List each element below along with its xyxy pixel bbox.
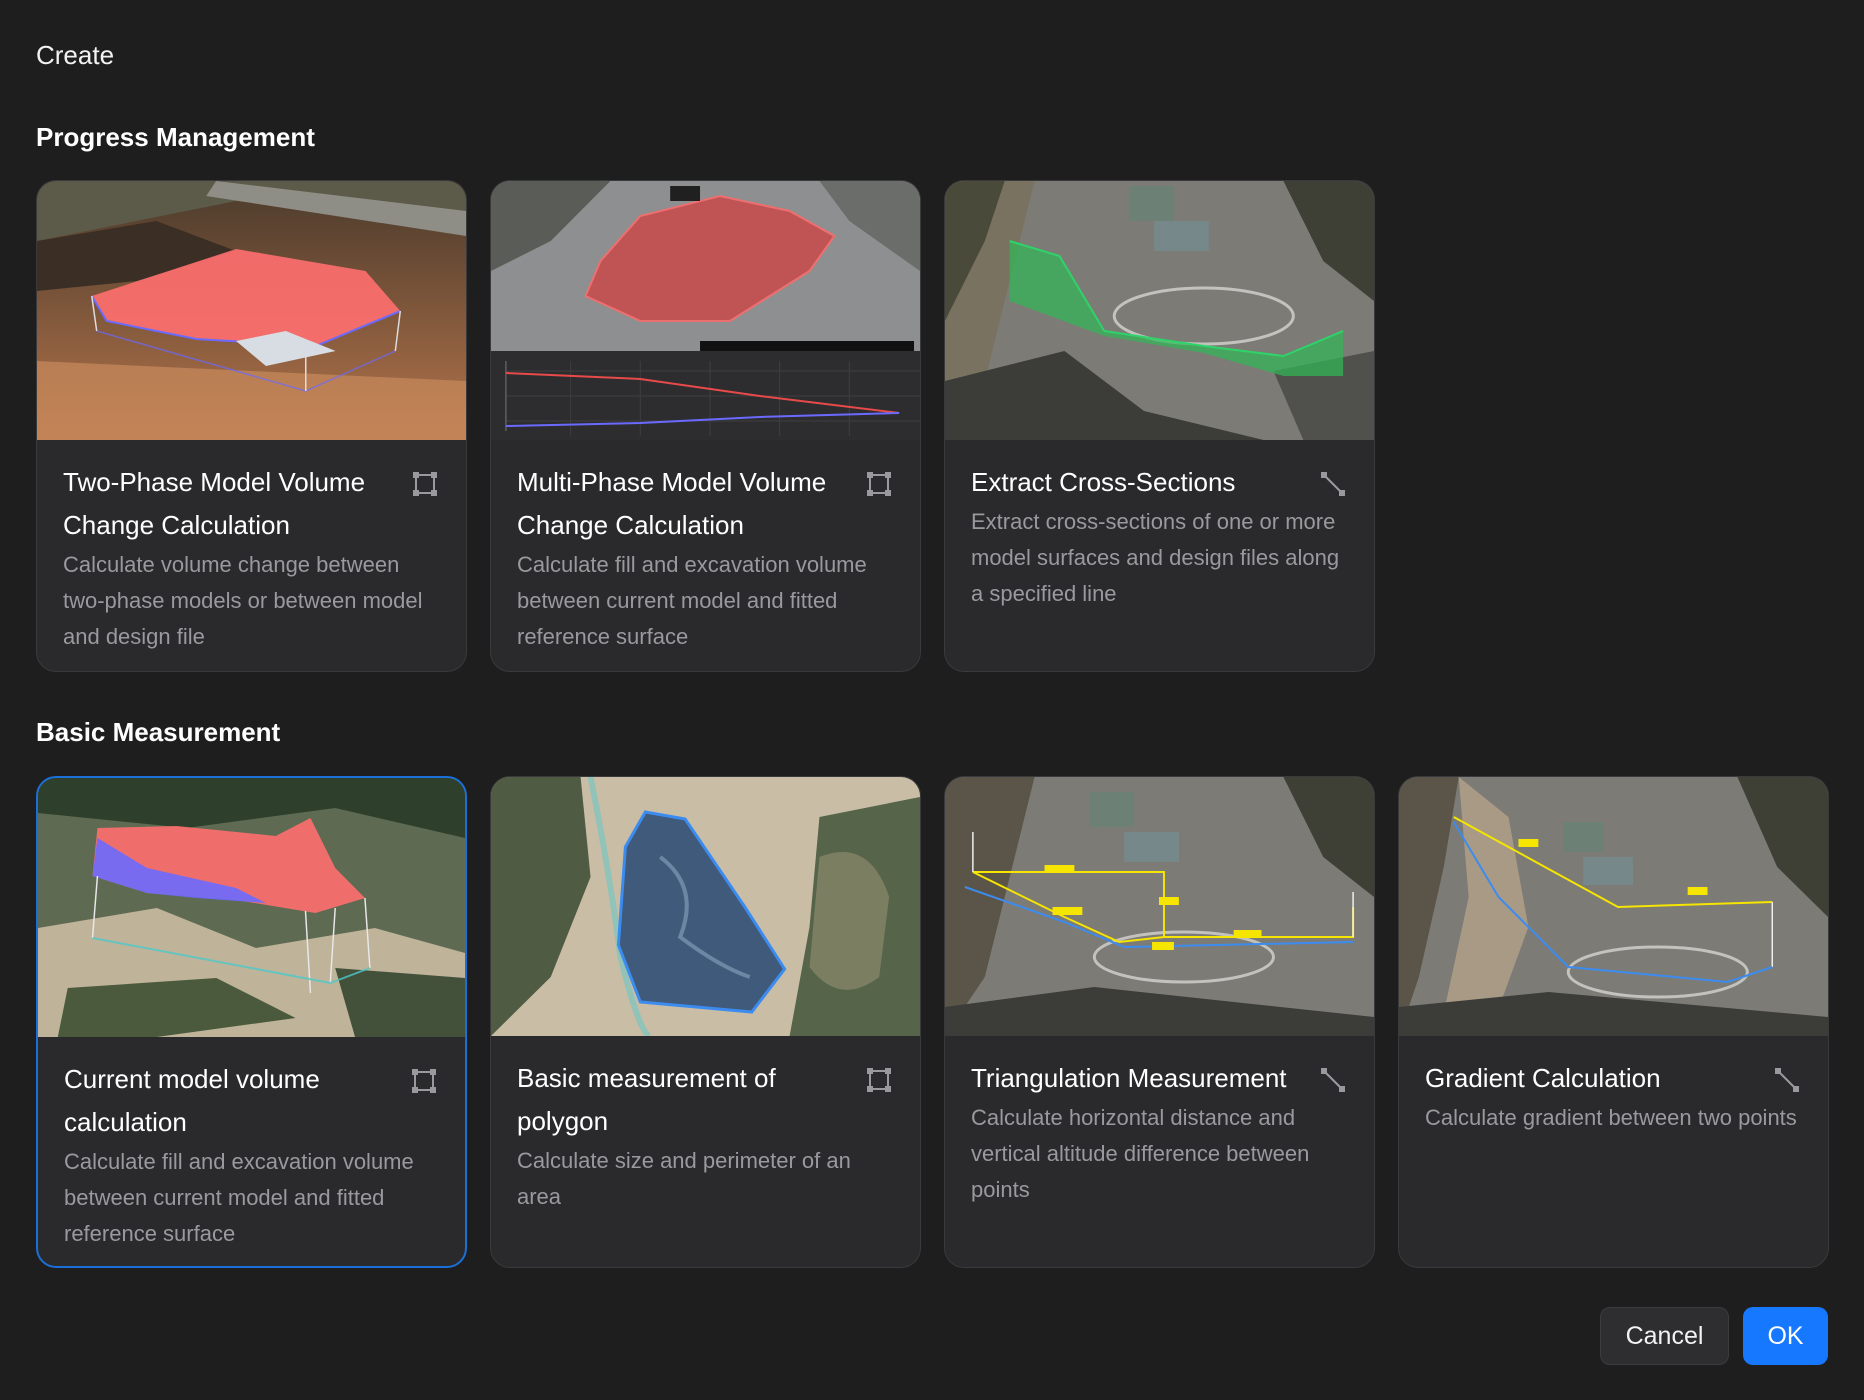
card-title: Basic measurement of polygon <box>517 1063 776 1136</box>
card-title: Multi-Phase Model Volume Change Calculat… <box>517 467 827 540</box>
basic-measurement-grid: Current model volume calculation Calcula… <box>36 776 1829 1268</box>
card-multi-phase-volume[interactable]: Multi-Phase Model Volume Change Calculat… <box>490 180 921 672</box>
card-triangulation-measurement[interactable]: Triangulation Measurement Calculate hori… <box>944 776 1375 1268</box>
card-description: Calculate gradient between two points <box>1425 1105 1797 1130</box>
multi-phase-volume-thumbnail <box>491 181 920 440</box>
extract-cross-sections-thumbnail <box>945 181 1374 440</box>
ok-button[interactable]: OK <box>1743 1307 1828 1365</box>
card-title: Triangulation Measurement <box>971 1063 1287 1093</box>
section-title-progress-management: Progress Management <box>36 122 315 152</box>
card-description: Calculate volume change between two-phas… <box>63 552 423 649</box>
dialog-title: Create <box>36 40 115 70</box>
card-title: Two-Phase Model Volume Change Calculatio… <box>63 467 366 540</box>
progress-management-grid: Two-Phase Model Volume Change Calculatio… <box>36 180 1375 672</box>
two-phase-volume-thumbnail <box>37 181 466 440</box>
card-description: Calculate horizontal distance and vertic… <box>971 1105 1310 1202</box>
card-description: Calculate fill and excavation volume bet… <box>64 1149 414 1246</box>
triangulation-measurement-thumbnail <box>945 777 1374 1036</box>
gradient-calculation-thumbnail <box>1399 777 1828 1036</box>
card-polygon-measurement[interactable]: Basic measurement of polygon Calculate s… <box>490 776 921 1268</box>
card-current-model-volume[interactable]: Current model volume calculation Calcula… <box>36 776 467 1268</box>
card-title: Extract Cross-Sections <box>971 467 1236 497</box>
card-description: Extract cross-sections of one or more mo… <box>971 509 1340 606</box>
current-model-volume-thumbnail <box>38 778 465 1037</box>
create-dialog: Create Progress Management Two-Phase Mod… <box>0 0 1864 1400</box>
card-gradient-calculation[interactable]: Gradient Calculation Calculate gradient … <box>1398 776 1829 1268</box>
section-title-basic-measurement: Basic Measurement <box>36 717 281 747</box>
card-title: Current model volume calculation <box>64 1064 320 1137</box>
polygon-measurement-thumbnail <box>491 777 920 1036</box>
dialog-footer: Cancel OK <box>1600 1307 1828 1365</box>
card-description: Calculate fill and excavation volume bet… <box>517 552 867 649</box>
cancel-button[interactable]: Cancel <box>1600 1307 1729 1365</box>
card-two-phase-volume[interactable]: Two-Phase Model Volume Change Calculatio… <box>36 180 467 672</box>
card-title: Gradient Calculation <box>1425 1063 1661 1093</box>
card-extract-cross-sections[interactable]: Extract Cross-Sections Extract cross-sec… <box>944 180 1375 672</box>
card-description: Calculate size and perimeter of an area <box>517 1148 851 1209</box>
